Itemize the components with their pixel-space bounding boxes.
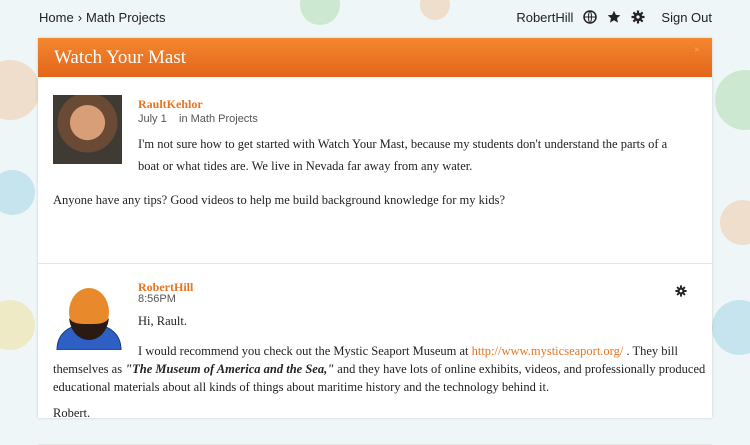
discussion-title: Watch Your Mast xyxy=(54,46,186,68)
star-icon[interactable] xyxy=(607,10,621,24)
globe-icon[interactable] xyxy=(583,10,598,24)
post-date: July 1 xyxy=(138,113,167,125)
post-reply: RobertHill 8:56PM Hi, Rault. I would rec… xyxy=(38,264,712,445)
sign-out-link[interactable]: Sign Out xyxy=(661,10,712,25)
museum-quote: "The Museum of America and the Sea," xyxy=(125,362,335,376)
user-area: RobertHill Sign Out xyxy=(516,10,712,25)
gear-icon[interactable] xyxy=(631,10,645,24)
author-avatar[interactable] xyxy=(53,95,122,164)
discussion-panel: Watch Your Mast × RaultKehlor July 1 in … xyxy=(38,38,712,445)
post-original: RaultKehlor July 1 in Math Projects I'm … xyxy=(38,77,712,264)
post-author-link[interactable]: RaultKehlor xyxy=(138,97,203,112)
breadcrumb-current-link[interactable]: Math Projects xyxy=(86,10,165,25)
post-body-line-2: boat or what tides are. We live in Nevad… xyxy=(138,159,473,173)
reply-line-1-text: I would recommend you check out the Myst… xyxy=(138,344,472,358)
username-link[interactable]: RobertHill xyxy=(516,10,573,25)
breadcrumb-home-link[interactable]: Home xyxy=(39,10,74,25)
post-body-line-3: Anyone have any tips? Good videos to hel… xyxy=(53,193,505,207)
post-location-link[interactable]: in Math Projects xyxy=(179,113,258,125)
mystic-seaport-link[interactable]: http://www.mysticseaport.org/ xyxy=(472,344,624,358)
reply-line-2-prefix: themselves as xyxy=(53,362,126,376)
top-bar: Home › Math Projects RobertHill Sign Out xyxy=(0,0,750,34)
reply-line-2-suffix: and they have lots of online exhibits, v… xyxy=(334,362,706,376)
reply-greeting: Hi, Rault. xyxy=(138,314,187,328)
reply-gear-icon[interactable] xyxy=(675,284,687,297)
reply-author-avatar[interactable] xyxy=(55,282,123,351)
close-icon[interactable]: × xyxy=(694,45,704,56)
reply-line-1-suffix: . They bill xyxy=(623,344,678,358)
reply-line-3: educational materials about all kinds of… xyxy=(53,380,550,394)
reply-time: 8:56PM xyxy=(138,293,176,305)
post-body-line-1: I'm not sure how to get started with Wat… xyxy=(138,137,668,151)
reply-signoff: Robert. xyxy=(53,406,91,420)
discussion-header: Watch Your Mast × xyxy=(38,38,712,77)
breadcrumb-separator: › xyxy=(77,9,83,25)
breadcrumb: Home › Math Projects xyxy=(39,10,166,25)
